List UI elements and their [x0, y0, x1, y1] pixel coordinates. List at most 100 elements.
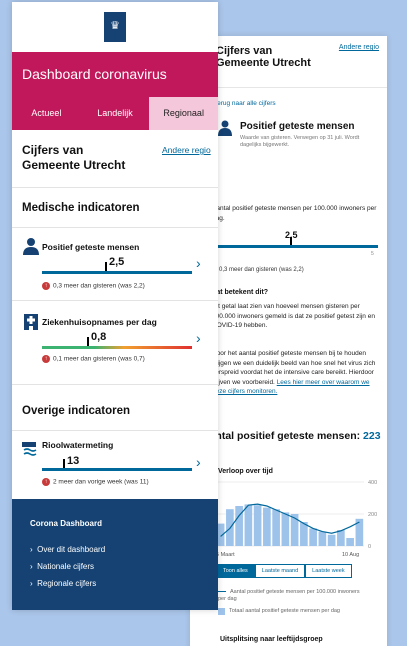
logo-header: ♛: [12, 2, 218, 52]
chevron-right-icon: ›: [30, 545, 33, 554]
footer-link-label[interactable]: Over dit dashboard: [37, 545, 105, 554]
tab-regionaal[interactable]: Regionaal: [149, 97, 219, 130]
tab-landelijk[interactable]: Landelijk: [81, 97, 150, 130]
chart-bar: [346, 538, 354, 546]
medical-section-title: Medische indicatoren: [22, 202, 140, 214]
sewage-water-icon: [22, 442, 37, 456]
tab-last-week[interactable]: Laatste week: [305, 564, 352, 578]
indicator-delta: ↑ 2 meer dan vorige week (was 11): [42, 478, 149, 486]
tab-last-month[interactable]: Laatste maand: [254, 564, 306, 578]
detail-city-title: Cijfers van Gemeente Utrecht: [216, 45, 311, 69]
detail-total-label: Aantal positief geteste mensen:: [202, 430, 361, 442]
city-title: Cijfers van Gemeente Utrecht: [22, 143, 126, 172]
person-icon: [218, 120, 232, 136]
indicator-title: Rioolwatermeting: [42, 440, 114, 450]
detail-scale-max: 5: [371, 251, 374, 257]
y-tick-label: 400: [368, 480, 377, 486]
legend-bar-label: Totaal aantal positief geteste mensen pe…: [229, 608, 340, 614]
crown-icon: ♛: [110, 20, 120, 32]
banner-title: Dashboard coronavirus: [22, 66, 167, 82]
indicator-value: 0,8: [91, 331, 107, 343]
chart-bar: [318, 531, 327, 546]
banner: Dashboard coronavirus Actueel Landelijk …: [12, 52, 219, 130]
divider: [12, 384, 218, 385]
detail-page: Cijfers van Gemeente Utrecht Andere regi…: [190, 36, 387, 646]
rijksoverheid-logo[interactable]: ♛: [104, 12, 126, 42]
chart-bar: [244, 504, 253, 546]
chevron-right-icon: ›: [30, 579, 33, 588]
chart-bar: [309, 528, 317, 546]
footer-link-regional[interactable]: › Regionale cijfers: [30, 579, 96, 588]
chevron-right-icon[interactable]: ›: [196, 330, 201, 346]
time-chart: 400 200 0 5 Maart 10 Aug: [216, 480, 377, 558]
chart-bar: [272, 509, 280, 546]
footer-link-label[interactable]: Nationale cijfers: [37, 562, 94, 571]
chart-bar: [281, 512, 290, 546]
line-swatch-icon: [218, 591, 226, 593]
arrow-up-icon: ↑: [42, 282, 50, 290]
indicator-bar: [42, 271, 192, 274]
chart-bar: [253, 505, 262, 546]
detail-heading: Positief geteste mensen: [240, 121, 355, 132]
detail-delta-text: 0,3 meer dan gisteren (was 2,2): [219, 267, 304, 274]
other-region-link[interactable]: Andere regio: [162, 145, 211, 155]
chart-bar: [290, 514, 299, 546]
detail-header: Cijfers van Gemeente Utrecht Andere regi…: [190, 36, 387, 88]
chevron-right-icon[interactable]: ›: [196, 454, 201, 470]
indicator-bar: [42, 468, 192, 471]
arrow-up-icon: ↑: [42, 478, 50, 486]
divider: [12, 300, 218, 301]
indicator-delta: ↑ 0,1 meer dan gisteren (was 0,7): [42, 355, 145, 363]
dashboard-overview: ♛ Dashboard coronavirus Actueel Landelij…: [12, 2, 219, 610]
bar-swatch-icon: [218, 608, 225, 615]
detail-para2: Door het aantal positief geteste mensen …: [212, 349, 384, 397]
detail-para1: Dit getal laat zien van hoeveel mensen g…: [212, 303, 375, 329]
indicator-title: Ziekenhuisopnames per dag: [42, 317, 157, 327]
legend-bar: Totaal aantal positief geteste mensen pe…: [218, 608, 368, 615]
back-link-label[interactable]: Terug naar alle cijfers: [214, 100, 276, 107]
indicator-delta: ↑ 0,3 meer dan gisteren (was 2,2): [42, 282, 145, 290]
indicator-delta-text: 0,3 meer dan gisteren (was 2,2): [53, 282, 145, 290]
detail-other-region-link[interactable]: Andere regio: [339, 44, 379, 51]
chart-bar: [263, 507, 271, 546]
other-section-title: Overige indicatoren: [22, 405, 131, 417]
chart-bar: [337, 530, 345, 546]
detail-metric-label: Aantal positief geteste mensen per 100.0…: [212, 205, 377, 222]
back-link[interactable]: ‹ Terug naar alle cijfers: [210, 100, 276, 107]
hospital-icon: [24, 314, 38, 330]
indicator-value: 2,5: [109, 256, 125, 268]
indicator-bar: [42, 346, 192, 349]
detail-subtext: Waarde van gisteren. Verwegen op 31 juli…: [240, 135, 360, 148]
divider: [12, 187, 218, 188]
tab-actueel[interactable]: Actueel: [12, 97, 81, 130]
footer-link-about[interactable]: › Over dit dashboard: [30, 545, 105, 554]
footer-link-national[interactable]: › Nationale cijfers: [30, 562, 94, 571]
chevron-right-icon: ›: [30, 562, 33, 571]
person-icon: [23, 238, 39, 255]
y-tick-label: 0: [368, 544, 371, 550]
chart-range-tabs: Toon alles Laatste maand Laatste week: [216, 564, 352, 578]
x-end-label: 10 Aug: [342, 552, 359, 558]
footer-title: Corona Dashboard: [30, 519, 103, 528]
chevron-right-icon[interactable]: ›: [196, 255, 201, 271]
legend-line-label: Aantal positief geteste mensen per 100.0…: [218, 589, 360, 602]
arrow-up-icon: ↑: [42, 355, 50, 363]
divider: [12, 227, 218, 228]
main-tabs: Actueel Landelijk Regionaal: [12, 97, 219, 130]
detail-total-value: 223: [363, 430, 381, 442]
footer-link-label[interactable]: Regionale cijfers: [37, 579, 96, 588]
y-tick-label: 200: [368, 512, 377, 518]
indicator-delta-text: 0,1 meer dan gisteren (was 0,7): [53, 355, 145, 363]
tab-show-all[interactable]: Toon alles: [216, 564, 255, 578]
detail-delta: ↑0,3 meer dan gisteren (was 2,2): [210, 266, 304, 273]
indicator-delta-text: 2 meer dan vorige week (was 11): [53, 478, 149, 486]
legend-line: Aantal positief geteste mensen per 100.0…: [218, 589, 368, 603]
indicator-value: 13: [67, 455, 80, 467]
age-title: Uitsplitsing naar leeftijdsgroep: [220, 636, 323, 643]
x-start-label: 5 Maart: [216, 552, 235, 558]
detail-question: Wat betekent dit?: [210, 289, 269, 296]
chart-bar: [327, 534, 336, 546]
indicator-title: Positief geteste mensen: [42, 242, 140, 252]
detail-value-bar: [210, 245, 378, 248]
footer: Corona Dashboard › Over dit dashboard › …: [12, 499, 218, 610]
